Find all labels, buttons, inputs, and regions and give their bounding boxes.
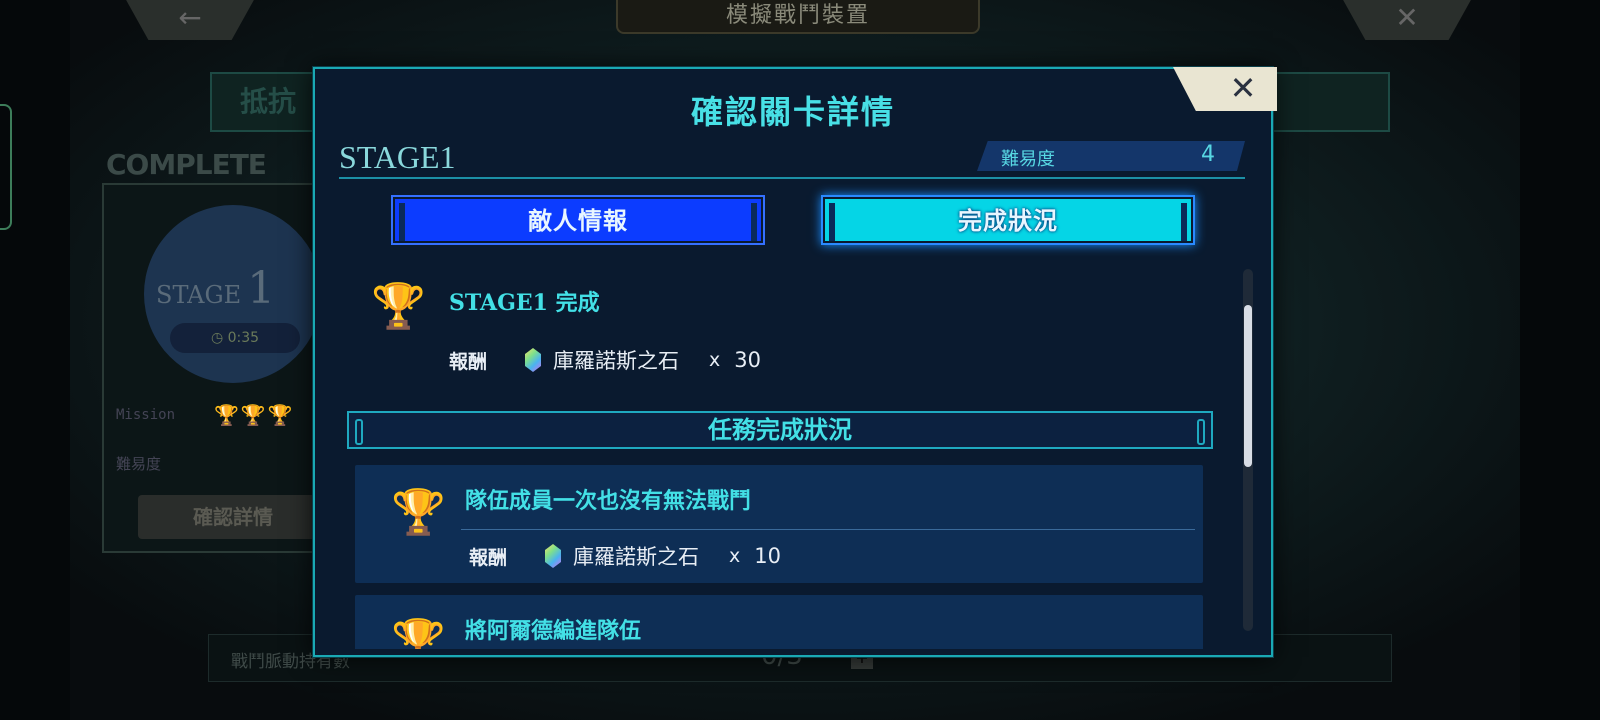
mission-title: 將阿爾德編進隊伍 (465, 618, 642, 644)
stage-number: 1 (247, 263, 276, 314)
chronos-stone-icon (525, 348, 541, 372)
stage-details-dialog: 確認關卡詳情 ✕ STAGE1 難易度 4 敵人情報 完成狀況 🏆 STAGE1… (313, 67, 1277, 657)
header-divider (339, 177, 1245, 179)
dialog-title: 確認關卡詳情 (690, 93, 895, 131)
stage-word: STAGE (156, 281, 242, 309)
tab-completion-status[interactable]: 完成狀況 (821, 195, 1195, 245)
confirm-details-button[interactable]: 確認詳情 (138, 495, 328, 539)
stage-complete-title: STAGE1 完成 (449, 290, 600, 316)
stage-reward: 報酬 庫羅諾斯之石 x 30 (449, 345, 761, 375)
close-icon: ✕ (1395, 1, 1419, 34)
clear-time: ◷ 0:35 (170, 323, 300, 353)
scrollbar-thumb[interactable] (1244, 305, 1252, 467)
reward-label: 報酬 (469, 546, 508, 569)
chronos-stone-icon (545, 544, 561, 568)
difficulty-label: 難易度 (116, 455, 162, 473)
mission-divider (461, 529, 1195, 530)
right-letterbox (1520, 0, 1600, 720)
side-handle[interactable] (0, 104, 12, 230)
reward-item: 庫羅諾斯之石 (573, 545, 699, 569)
reward-label: 報酬 (449, 350, 488, 373)
reward-item: 庫羅諾斯之石 (553, 349, 679, 373)
reward-multiplier: x (709, 349, 721, 371)
close-icon: ✕ (1229, 69, 1257, 107)
mission-section-header: 任務完成狀況 (347, 411, 1213, 449)
difficulty-label: 難易度 (1001, 149, 1055, 170)
reward-quantity: 10 (754, 544, 781, 568)
trophy-icon: 🏆 (391, 487, 446, 538)
trophy-icon: 🏆 (391, 617, 446, 650)
content-scrollbar[interactable] (1243, 269, 1253, 631)
reward-multiplier: x (729, 545, 741, 567)
mission-label: Mission (116, 407, 176, 423)
difficulty-badge: 難易度 4 (977, 141, 1245, 171)
mission-card: 🏆 隊伍成員一次也沒有無法戰鬥 報酬 庫羅諾斯之石 x 10 (355, 465, 1203, 583)
difficulty-value: 4 (1201, 142, 1215, 167)
screen-title: 模擬戰鬥裝置 (616, 0, 980, 34)
trophy-icons: 🏆🏆🏆 (214, 403, 295, 427)
mission-card: 🏆 將阿爾德編進隊伍 (355, 595, 1203, 649)
back-arrow-icon: ← (178, 1, 202, 34)
stage-label: STAGE1 (339, 139, 456, 175)
trophy-icon: 🏆 (371, 281, 426, 332)
tab-enemy-info[interactable]: 敵人情報 (391, 195, 765, 245)
reward-quantity: 30 (734, 348, 761, 372)
completion-panel[interactable]: 🏆 STAGE1 完成 報酬 庫羅諾斯之石 x 30 任務完成狀況 🏆 隊伍成員… (345, 265, 1225, 649)
mission-reward: 報酬 庫羅諾斯之石 x 10 (469, 541, 781, 571)
stage-emblem: STAGE 1 ◷ 0:35 (144, 205, 322, 383)
mission-title: 隊伍成員一次也沒有無法戰鬥 (465, 488, 752, 514)
complete-label: COMPLETE (106, 148, 267, 181)
